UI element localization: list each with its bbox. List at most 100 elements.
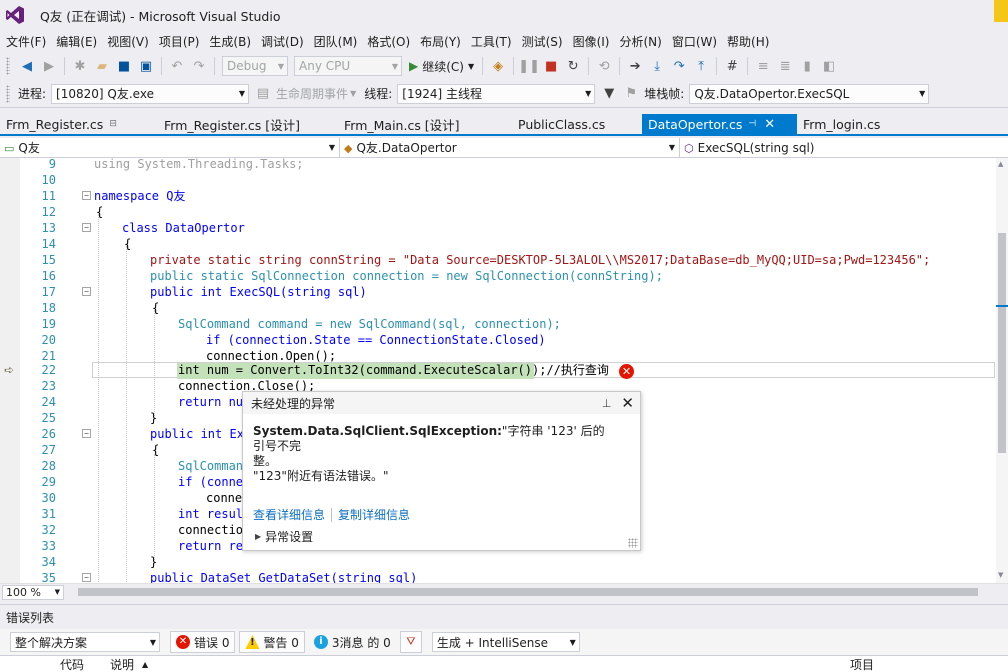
warnings-filter-button[interactable]: ! 警告 0 [239,631,305,653]
step-into-icon[interactable]: ⤓ [646,55,668,77]
scope-select[interactable]: 整个解决方案 ▼ [10,632,160,652]
menu-file[interactable]: 文件(F) [4,33,54,50]
attach-process-icon[interactable]: ◈ [487,55,509,77]
save-all-icon[interactable]: ▣ [135,55,157,77]
menu-debug[interactable]: 调试(D) [259,33,312,50]
type-nav-select[interactable]: ◆ Q友.DataOpertor ▼ [340,138,680,157]
copy-details-link[interactable]: 复制详细信息 [338,506,410,523]
code-line: 12{ [41,205,104,219]
pin-icon[interactable]: ⊣ [748,119,756,129]
collapse-icon[interactable]: − [82,223,91,232]
menu-layout[interactable]: 布局(Y) [418,33,469,50]
menu-view[interactable]: 视图(V) [105,33,157,50]
navigate-forward-icon[interactable]: ▶ [38,55,60,77]
hex-display-icon[interactable]: # [721,55,743,77]
scroll-position-marker [996,305,1008,307]
member-nav-select[interactable]: ⬡ ExecSQL(string sql) [680,138,1008,157]
code-line: 19 SqlCommand command = new SqlCommand(sq… [41,317,561,331]
scroll-thumb[interactable] [78,588,978,596]
warning-icon: ! [245,635,260,649]
notification-flag-icon[interactable] [994,0,1008,22]
undo-icon[interactable]: ↶ [166,55,188,77]
comment-icon[interactable]: ≡ [752,55,774,77]
editor-horizontal-scrollbar[interactable] [74,588,994,597]
process-select[interactable]: [10820] Q友.exe ▼ [51,83,250,104]
navigate-back-icon[interactable]: ◀ [16,55,38,77]
debug-location-toolbar: 进程: [10820] Q友.exe ▼ ▤ 生命周期事件 ▼ 线程: [1924… [0,80,1008,108]
step-over-icon[interactable]: ↷ [668,55,690,77]
lifecycle-events-label[interactable]: 生命周期事件 [276,85,348,102]
messages-filter-button[interactable]: i 3消息 的 0 [309,631,396,653]
solution-configuration-select[interactable]: Debug ▼ [222,56,288,76]
resize-grip-icon[interactable] [628,538,638,548]
close-tab-icon[interactable]: ✕ [764,117,775,132]
errors-filter-button[interactable]: ✕ 错误 0 [170,631,236,653]
bookmark-icon[interactable]: ▮ [796,55,818,77]
redo-icon[interactable]: ↷ [188,55,210,77]
scroll-thumb[interactable] [998,233,1006,453]
toolbar-grip[interactable] [6,84,10,103]
error-list-title[interactable]: 错误列表 [0,605,1008,629]
hot-reload-icon[interactable]: ⟲ [593,55,615,77]
menu-test[interactable]: 测试(S) [520,33,571,50]
column-description[interactable]: 说明 [110,656,134,672]
scroll-down-icon[interactable]: ▼ [998,571,1003,579]
tab-frm-register-cs[interactable]: Frm_Register.cs ⊟ [0,114,158,134]
project-nav-select[interactable]: ▭ Q友 ▼ [0,138,340,157]
menu-analyze[interactable]: 分析(N) [617,33,669,50]
thread-label: 线程: [364,87,393,101]
menu-edit[interactable]: 编辑(E) [54,33,105,50]
menu-window[interactable]: 窗口(W) [670,33,725,50]
thread-select[interactable]: [1924] 主线程 ▼ [397,83,596,104]
collapse-icon[interactable]: − [82,191,91,200]
exception-settings-expander[interactable]: ▶ 异常设置 [255,528,313,545]
new-project-icon[interactable]: ✱ [69,55,91,77]
pin-icon[interactable]: ⊟ [109,119,117,129]
column-code[interactable]: 代码 [60,656,84,672]
break-all-icon[interactable]: ❚❚ [518,55,540,77]
step-out-icon[interactable]: ⤒ [690,55,712,77]
save-icon[interactable]: ■ [113,55,135,77]
menu-format[interactable]: 格式(O) [365,33,418,50]
menu-build[interactable]: 生成(B) [207,33,259,50]
tab-publicclass-cs[interactable]: PublicClass.cs [512,114,642,134]
toolbar-grip[interactable] [6,57,10,75]
clear-filter-button[interactable]: ⛛ [399,631,422,653]
restart-icon[interactable]: ↻ [562,55,584,77]
tab-frm-register-design[interactable]: Frm_Register.cs [设计] [158,114,338,134]
tab-dataopertor-cs[interactable]: DataOpertor.cs ⊣ ✕ [642,114,797,134]
stop-debugging-icon[interactable]: ■ [540,55,562,77]
collapse-icon[interactable]: − [82,429,91,438]
show-next-statement-icon[interactable]: ➔ [624,55,646,77]
continue-button[interactable]: ▶ 继续(C) ▼ [409,58,474,75]
build-filter-select[interactable]: 生成 + IntelliSense ▼ [431,632,580,652]
column-project[interactable]: 项目 [850,656,874,672]
menu-project[interactable]: 项目(P) [157,33,208,50]
uncomment-icon[interactable]: ≣ [774,55,796,77]
code-line: 20 if (connection.State == ConnectionStat… [41,333,546,347]
zoom-select[interactable]: 100 % ▼ [2,584,64,600]
filter-icon[interactable]: ▼ [598,83,620,105]
lifecycle-events-icon[interactable]: ▤ [252,83,274,105]
menu-help[interactable]: 帮助(H) [725,33,777,50]
flag-threads-icon[interactable]: ⚑ [620,83,642,105]
editor-vertical-scrollbar[interactable]: ▲ ▼ [996,158,1008,583]
menu-image[interactable]: 图像(I) [571,33,618,50]
tab-frm-login-cs[interactable]: Frm_login.cs [797,114,917,134]
open-file-icon[interactable]: ▰ [91,55,113,77]
stackframe-select[interactable]: Q友.DataOpertor.ExecSQL ▼ [689,83,930,104]
prev-bookmark-icon[interactable]: ◧ [818,55,840,77]
close-icon[interactable]: ✕ [621,394,634,412]
title-bar: Q友 (正在调试) - Microsoft Visual Studio [0,0,1008,30]
menu-team[interactable]: 团队(M) [312,33,366,50]
collapse-icon[interactable]: − [82,573,91,582]
solution-platform-select[interactable]: Any CPU ▼ [294,56,402,76]
tab-frm-main-design[interactable]: Frm_Main.cs [设计] [338,114,512,134]
collapse-icon[interactable]: − [82,287,91,296]
scroll-up-icon[interactable]: ▲ [998,160,1003,168]
pin-icon[interactable]: ⊥ [602,397,612,410]
menu-tools[interactable]: 工具(T) [469,33,520,50]
view-details-link[interactable]: 查看详细信息 [253,506,325,523]
exception-error-icon[interactable]: ✕ [619,364,634,379]
code-line: 34} [41,555,158,569]
